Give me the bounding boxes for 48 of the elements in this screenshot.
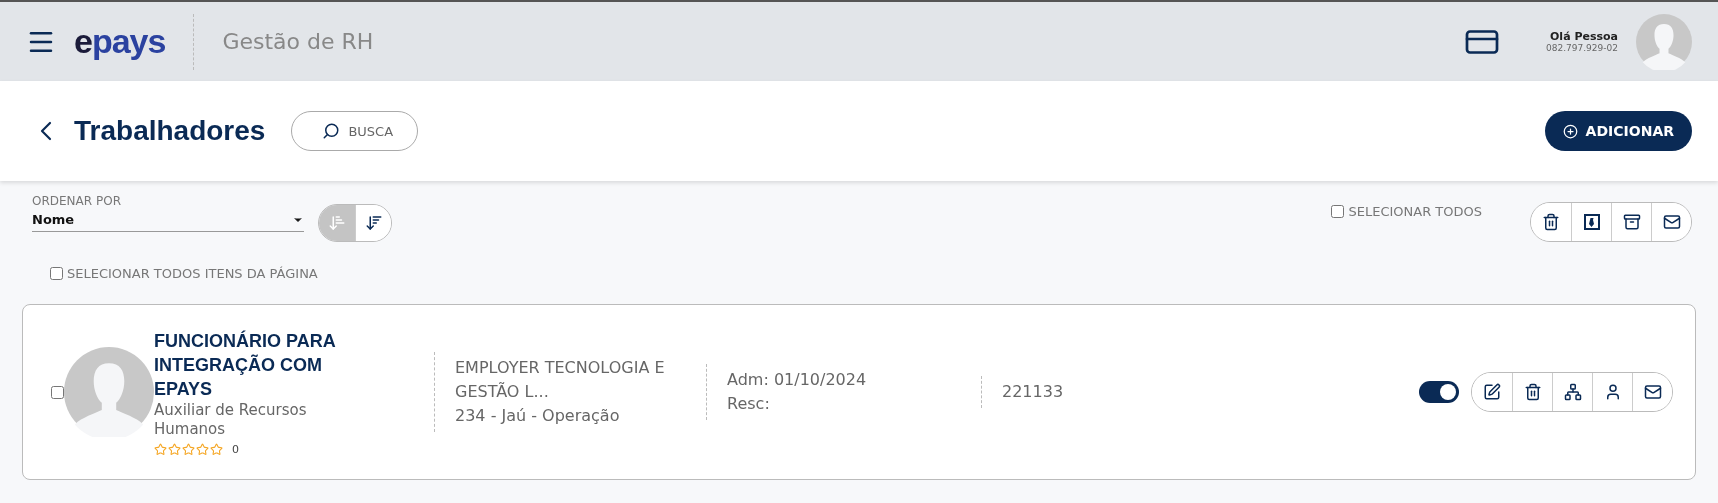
- star-icon: [182, 442, 195, 456]
- company-name: EMPLOYER TECNOLOGIA E GESTÃO L...: [455, 357, 666, 403]
- document-download-icon: [1582, 213, 1601, 231]
- logo: epays: [74, 22, 166, 61]
- trash-icon: [1542, 213, 1560, 231]
- star-icon: [210, 442, 223, 456]
- search-icon: [322, 122, 341, 140]
- email-button[interactable]: [1651, 203, 1691, 241]
- star-icon: [168, 442, 181, 456]
- sort-descending-icon: [364, 214, 383, 232]
- sort-label: ORDENAR POR: [32, 194, 122, 208]
- email-button[interactable]: [1632, 373, 1672, 411]
- mail-icon: [1643, 383, 1662, 401]
- select-page-label: SELECIONAR TODOS ITENS DA PÁGINA: [67, 266, 318, 281]
- add-button[interactable]: ADICIONAR: [1544, 111, 1692, 151]
- archive-icon: [1622, 213, 1641, 231]
- sort-button[interactable]: [355, 205, 391, 241]
- search-button[interactable]: BUSCA: [291, 111, 419, 151]
- org-chart-icon: [1563, 383, 1582, 401]
- app-title: Gestão de RH: [222, 29, 374, 54]
- delete-button[interactable]: [1531, 203, 1571, 241]
- edit-icon: [1483, 383, 1501, 401]
- trash-icon: [1523, 383, 1542, 401]
- checkbox[interactable]: [51, 385, 64, 399]
- termination-date: Resc:: [727, 393, 771, 415]
- worker-role: Auxiliar de Recursos Humanos: [154, 400, 308, 439]
- select-all-label: SELECIONAR TODOS: [1348, 204, 1482, 219]
- worker-photo-icon: [64, 347, 154, 437]
- sort-ascending-icon: [328, 214, 346, 232]
- unit-name: 234 - Jaú - Operação: [455, 405, 621, 427]
- mail-icon: [1662, 213, 1681, 231]
- archive-button[interactable]: [1611, 203, 1651, 241]
- worker-name: FUNCIONÁRIO PARA INTEGRAÇÃO COM EPAYS: [154, 329, 336, 401]
- user-greeting: Olá Pessoa: [1550, 30, 1618, 43]
- active-toggle[interactable]: [1419, 381, 1459, 403]
- worker-code: 221133: [1002, 381, 1065, 403]
- page-title: Trabalhadores: [74, 115, 266, 147]
- checkbox[interactable]: [1331, 205, 1345, 218]
- plus-icon: [1562, 123, 1578, 139]
- star-icon: [196, 442, 209, 456]
- rating-count: 0: [232, 442, 239, 456]
- user-document: 082.797.929-02: [1546, 43, 1618, 53]
- export-button[interactable]: [1571, 203, 1611, 241]
- sort-select[interactable]: Nome: [32, 208, 304, 232]
- star-icon: [154, 442, 167, 456]
- admission-date: Adm: 01/10/2024: [727, 369, 868, 391]
- avatar-icon: [1636, 13, 1692, 70]
- checkbox[interactable]: [50, 267, 63, 280]
